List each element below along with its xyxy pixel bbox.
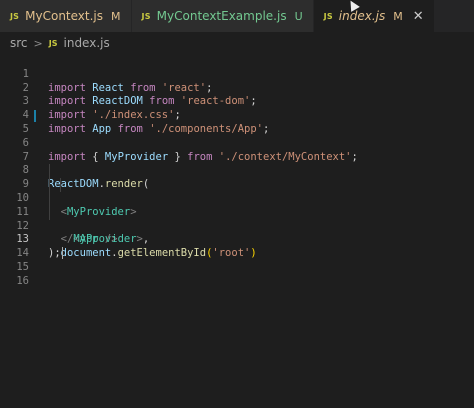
code-line[interactable]: 3 import './index.css'; — [0, 82, 474, 121]
git-change-indicator — [34, 110, 36, 123]
code-line[interactable]: 2 import ReactDOM from 'react-dom'; — [0, 68, 474, 108]
code-line[interactable]: 6 — [0, 123, 474, 149]
code-line[interactable]: 1 import React from 'react'; — [0, 54, 474, 94]
tab-label: MyContext.js — [25, 9, 104, 23]
close-icon[interactable]: ✕ — [413, 9, 424, 24]
editor-tab-bar: JS MyContext.js M JS MyContextExample.js… — [0, 0, 474, 33]
code-line[interactable]: 12 document.getElementById('root') — [0, 205, 474, 259]
tab-mycontext[interactable]: JS MyContext.js M — [0, 0, 132, 32]
js-file-icon: JS — [48, 38, 58, 48]
js-file-icon: JS — [323, 11, 333, 21]
line-number: 16 — [16, 274, 29, 287]
tab-mycontextexample[interactable]: JS MyContextExample.js U — [131, 0, 314, 32]
breadcrumb-folder[interactable]: src — [10, 36, 28, 50]
git-status-badge: M — [111, 9, 121, 23]
code-line[interactable]: 7 — [0, 137, 474, 163]
tab-index[interactable]: JS index.js M ✕ — [313, 0, 435, 32]
code-editor[interactable]: 1 import React from 'react'; 2 import Re… — [0, 54, 474, 408]
code-line[interactable]: 16 — [0, 261, 474, 287]
code-line[interactable]: 15 — [0, 247, 474, 273]
code-line[interactable]: 8 ReactDOM.render( — [0, 151, 474, 190]
git-status-badge: U — [294, 9, 303, 23]
code-line[interactable]: 14 — [0, 233, 474, 259]
code-line[interactable]: 13 ); — [0, 220, 474, 260]
indent-guide — [60, 178, 61, 192]
code-line[interactable]: 4 import App from './components/App'; — [0, 95, 474, 135]
code-line[interactable]: 5 import { MyProvider } from './context/… — [0, 109, 474, 163]
tab-label: index.js — [338, 9, 386, 23]
code-line[interactable]: 11 </MyProvider>, — [0, 191, 474, 245]
indent-guide — [49, 205, 50, 220]
tab-label: MyContextExample.js — [156, 9, 287, 23]
code-line[interactable]: 9 <MyProvider> — [0, 164, 474, 218]
indent-guide — [49, 164, 50, 179]
breadcrumb-file[interactable]: index.js — [64, 36, 110, 50]
git-status-badge: M — [393, 9, 403, 23]
breadcrumb: src > JS index.js — [0, 32, 474, 54]
js-file-icon: JS — [10, 11, 20, 21]
indent-guide — [49, 178, 50, 192]
chevron-right-icon: > — [33, 36, 43, 50]
code-line[interactable]: 10 <App /> — [0, 178, 474, 245]
js-file-icon: JS — [141, 11, 151, 21]
indent-guide — [49, 191, 50, 206]
